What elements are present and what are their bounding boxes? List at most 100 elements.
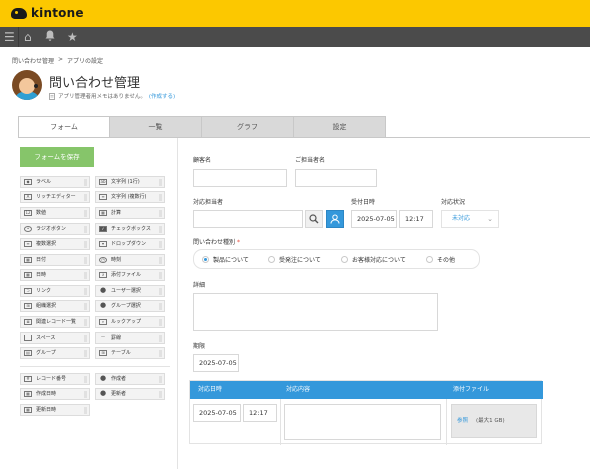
palette-item-organization[interactable]: ⊞ 組織選択: [20, 300, 90, 312]
palette-item-created-datetime[interactable]: ▦ 作成日時: [20, 388, 90, 400]
palette-item-calculation[interactable]: ▦ 計算: [95, 207, 165, 219]
assignee-label: 対応担当者: [193, 199, 224, 206]
breadcrumb-app[interactable]: 問い合わせ管理: [12, 56, 54, 65]
group-icon: ▤: [24, 350, 32, 356]
response-time-field[interactable]: 12:17: [243, 404, 277, 422]
customer-name-field[interactable]: [193, 169, 287, 187]
home-icon[interactable]: ⌂: [24, 30, 32, 44]
palette-item-text: グループ選択: [111, 303, 141, 309]
group-users-icon: ●: [99, 301, 107, 309]
palette-item-date[interactable]: ▦ 日付: [20, 254, 90, 266]
menu-icon[interactable]: ☰: [4, 30, 15, 44]
drag-handle-icon: [84, 391, 87, 398]
deadline-label: 期限: [193, 343, 206, 350]
radio-product[interactable]: 製品について: [202, 255, 249, 264]
palette-item-label[interactable]: ◆ ラベル: [20, 176, 90, 188]
drag-handle-icon: [159, 179, 162, 186]
drag-handle-icon: [159, 272, 162, 279]
avatar-face: [19, 78, 35, 94]
assignee-search-button[interactable]: [305, 210, 323, 228]
dropdown-icon: ▾: [99, 241, 107, 247]
palette-item-attachment[interactable]: ∂ 添付ファイル: [95, 269, 165, 281]
palette-item-text: ラジオボタン: [36, 226, 66, 232]
detail-textarea[interactable]: [193, 293, 438, 331]
palette-item-border[interactable]: — 罫線: [95, 332, 165, 344]
field-palette: フォームを保存 ◆ ラベル A リッチエディター 12 数値 • ラジオボタン ≡ 複数選…: [18, 138, 178, 469]
radio-icon: •: [24, 226, 32, 232]
palette-item-lookup[interactable]: ⌕ ルックアップ: [95, 316, 165, 328]
lookup-icon: ⌕: [99, 319, 107, 325]
palette-item-text: リッチエディター: [36, 194, 76, 200]
deadline-date-field[interactable]: 2025-07-05: [193, 354, 239, 372]
palette-item-multi-select[interactable]: ≡ 複数選択: [20, 238, 90, 250]
radio-orders[interactable]: 受発注について: [268, 255, 321, 264]
palette-item-record-number[interactable]: # レコード番号: [20, 373, 90, 385]
palette-item-text: スペース: [36, 335, 56, 341]
palette-item-dropdown[interactable]: ▾ ドロップダウン: [95, 238, 165, 250]
top-header-bar: kintone: [0, 0, 590, 27]
palette-item-single-line-text[interactable]: ab 文字列 (1行): [95, 176, 165, 188]
nav-divider: [18, 27, 19, 47]
drag-handle-icon: [84, 303, 87, 310]
response-history-table: 対応日時 対応内容 添付ファイル 2025-07-05 12:17 参照 (最大…: [189, 380, 543, 445]
kintone-logo[interactable]: kintone: [11, 6, 84, 20]
column-header-response-datetime: 対応日時: [198, 386, 223, 393]
response-date-field[interactable]: 2025-07-05: [193, 404, 241, 422]
tab-graph[interactable]: グラフ: [202, 116, 294, 138]
palette-item-group-select[interactable]: ● グループ選択: [95, 300, 165, 312]
palette-item-text: リンク: [36, 288, 52, 294]
assignee-user-picker-button[interactable]: [326, 210, 344, 228]
chevron-down-icon: ⌄: [487, 215, 493, 223]
palette-item-datetime[interactable]: ▦ 日時: [20, 269, 90, 281]
palette-item-related-records[interactable]: ≣ 関連レコード一覧: [20, 316, 90, 328]
palette-item-checkbox[interactable]: ✓ チェックボックス: [95, 223, 165, 235]
palette-item-text: 文字列 (複数行): [111, 194, 147, 200]
palette-item-user-select[interactable]: ● ユーザー選択: [95, 285, 165, 297]
paperclip-icon: ∂: [99, 272, 107, 278]
palette-item-link[interactable]: ⊃ リンク: [20, 285, 90, 297]
palette-item-space[interactable]: スペース: [20, 332, 90, 344]
save-form-button[interactable]: フォームを保存: [20, 147, 94, 167]
memo-text: アプリ管理者用メモはありません。: [58, 94, 146, 100]
assignee-lookup-field[interactable]: [193, 210, 303, 228]
tab-form[interactable]: フォーム: [18, 116, 110, 138]
page-title: 問い合わせ管理: [49, 76, 141, 91]
drag-handle-icon: [159, 288, 162, 295]
response-content-textarea[interactable]: [284, 404, 441, 440]
palette-item-updated-datetime[interactable]: ▦ 更新日時: [20, 404, 90, 416]
drag-handle-icon: [84, 194, 87, 201]
palette-item-text: グループ: [36, 350, 56, 356]
radio-customer-service[interactable]: お客様対応について: [341, 255, 406, 264]
drag-handle-icon: [84, 407, 87, 414]
tab-list[interactable]: 一覧: [110, 116, 202, 138]
radio-other[interactable]: その他: [426, 255, 455, 264]
drag-handle-icon: [159, 350, 162, 357]
checkbox-icon: ✓: [99, 226, 107, 232]
received-date-field[interactable]: 2025-07-05: [351, 210, 397, 228]
drag-handle-icon: [84, 288, 87, 295]
favorites-star-icon[interactable]: ★: [67, 30, 78, 44]
palette-item-modifier[interactable]: ● 更新者: [95, 388, 165, 400]
drag-handle-icon: [159, 319, 162, 326]
palette-item-text: 日時: [36, 272, 47, 278]
palette-item-text: 複数選択: [36, 241, 57, 247]
received-time-field[interactable]: 12:17: [399, 210, 433, 228]
browse-button[interactable]: 参照: [457, 416, 468, 437]
palette-item-number[interactable]: 12 数値: [20, 207, 90, 219]
palette-item-multi-line-text[interactable]: ≡ 文字列 (複数行): [95, 191, 165, 203]
tab-settings[interactable]: 設定: [294, 116, 386, 138]
palette-item-creator[interactable]: ● 作成者: [95, 373, 165, 385]
palette-item-group[interactable]: ▤ グループ: [20, 347, 90, 359]
status-dropdown[interactable]: 未対応 ⌄: [441, 210, 499, 228]
palette-item-text: ドロップダウン: [111, 241, 147, 247]
palette-item-table[interactable]: ⊞ テーブル: [95, 347, 165, 359]
drag-handle-icon: [84, 210, 87, 217]
breadcrumb-separator: >: [58, 56, 64, 63]
palette-item-rich-editor[interactable]: A リッチエディター: [20, 191, 90, 203]
notification-bell-icon[interactable]: [45, 30, 55, 47]
contact-name-field[interactable]: [295, 169, 377, 187]
create-memo-link[interactable]: (作成する): [149, 92, 175, 100]
palette-item-radio[interactable]: • ラジオボタン: [20, 223, 90, 235]
palette-item-time[interactable]: ◷ 時刻: [95, 254, 165, 266]
radio-label: その他: [437, 257, 456, 264]
